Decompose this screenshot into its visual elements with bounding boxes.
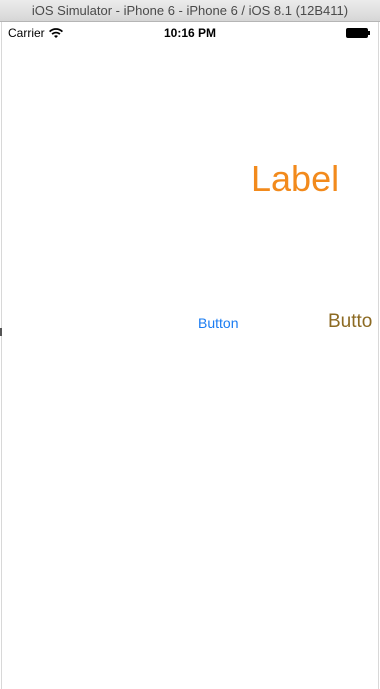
window-title: iOS Simulator - iPhone 6 - iPhone 6 / iO…	[31, 3, 349, 18]
button-blue[interactable]: Button	[198, 315, 238, 331]
simulator-window: iOS Simulator - iPhone 6 - iPhone 6 / iO…	[0, 0, 380, 689]
status-time: 10:16 PM	[163, 26, 217, 40]
button-gold[interactable]: Butto	[328, 311, 372, 333]
edge-mark	[0, 328, 2, 336]
device-screen: Carrier 10:16 PM Label Button Butto	[1, 22, 379, 689]
window-title-bar: iOS Simulator - iPhone 6 - iPhone 6 / iO…	[0, 0, 380, 22]
status-bar: Carrier 10:16 PM	[2, 22, 378, 42]
battery-icon	[346, 28, 370, 38]
orange-label: Label	[251, 158, 340, 199]
